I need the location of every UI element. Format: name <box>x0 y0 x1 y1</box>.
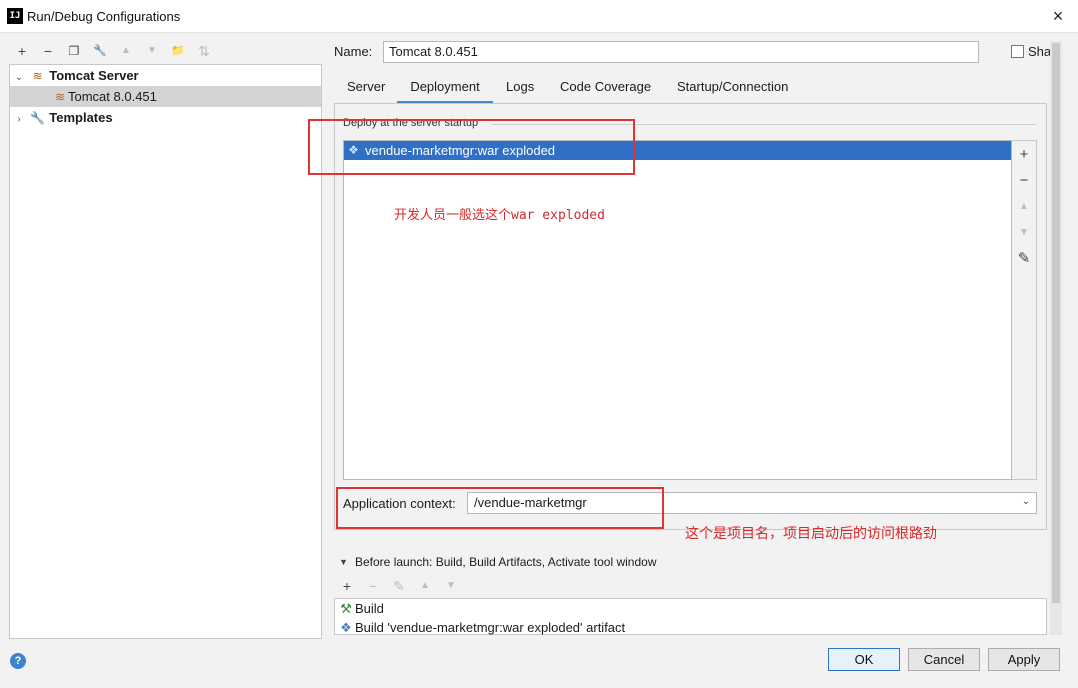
help-icon[interactable]: ? <box>10 653 26 669</box>
tree-item-label: Tomcat Server <box>49 68 139 83</box>
intellij-app-icon: IJ <box>7 8 23 24</box>
before-launch-list[interactable]: ⚒ Build ❖ Build 'vendue-marketmgr:war expl… <box>334 598 1047 635</box>
move-down-icon[interactable]: ▼ <box>1012 221 1036 245</box>
remove-config-button[interactable]: − <box>39 42 57 60</box>
collapse-caret-icon[interactable]: ▼ <box>339 557 348 567</box>
move-up-icon[interactable]: ▲ <box>1012 195 1036 219</box>
name-label: Name: <box>334 44 373 59</box>
move-down-icon[interactable]: ▼ <box>143 42 161 60</box>
annotation-note-artifact: 开发人员一般选这个war exploded <box>394 208 605 223</box>
tomcat-icon: ≋ <box>54 90 66 104</box>
hammer-icon: ⚒ <box>340 601 352 616</box>
edit-pencil-icon[interactable]: ✎ <box>1012 247 1036 271</box>
add-task-button[interactable]: + <box>338 577 356 595</box>
artifact-icon: ❖ <box>340 620 352 635</box>
tab-logs[interactable]: Logs <box>502 78 538 104</box>
scrollbar-thumb[interactable] <box>1052 43 1060 603</box>
before-launch-label[interactable]: Before launch: Build, Build Artifacts, A… <box>355 555 657 569</box>
remove-task-button[interactable]: − <box>364 577 382 595</box>
copy-config-button[interactable]: ❐ <box>65 42 83 60</box>
move-down-icon[interactable]: ▼ <box>442 577 460 595</box>
edit-pencil-icon[interactable]: ✎ <box>390 577 408 595</box>
tree-item-tomcat-server[interactable]: ⌄ ≋ Tomcat Server <box>12 65 139 86</box>
share-checkbox[interactable] <box>1011 45 1024 58</box>
annotation-box-context <box>336 487 664 529</box>
tomcat-icon: ≋ <box>32 69 43 83</box>
artifact-side-toolbar: + − ▲ ▼ ✎ <box>1012 140 1037 480</box>
chevron-down-icon[interactable]: ⌄ <box>12 67 26 88</box>
tab-deployment[interactable]: Deployment <box>397 78 493 104</box>
tab-server[interactable]: Server <box>343 78 389 104</box>
name-input[interactable]: Tomcat 8.0.451 <box>383 41 979 63</box>
edit-defaults-wrench-icon[interactable]: 🔧 <box>91 42 109 60</box>
remove-artifact-button[interactable]: − <box>1012 169 1036 193</box>
sort-icon[interactable]: ⇅ <box>195 42 213 60</box>
close-icon[interactable]: × <box>1046 4 1070 28</box>
annotation-box-artifact <box>308 119 635 175</box>
tree-item-tomcat-8[interactable]: ≋ Tomcat 8.0.451 <box>10 86 321 107</box>
list-item[interactable]: ⚒ Build <box>337 599 384 618</box>
add-artifact-button[interactable]: + <box>1012 143 1036 167</box>
tree-item-label: Tomcat 8.0.451 <box>68 89 157 104</box>
tree-item-label: Templates <box>49 110 113 125</box>
chevron-down-icon[interactable]: ⌄ <box>1019 495 1033 509</box>
config-tree[interactable]: ⌄ ≋ Tomcat Server ≋ Tomcat 8.0.451 › 🔧 Te… <box>9 64 322 639</box>
move-up-icon[interactable]: ▲ <box>117 42 135 60</box>
artifact-list[interactable] <box>343 140 1012 480</box>
tree-item-templates[interactable]: › 🔧 Templates <box>12 107 113 130</box>
annotation-note-context: 这个是项目名，项目启动后的访问根路劲 <box>685 525 937 541</box>
apply-button[interactable]: Apply <box>988 648 1060 671</box>
add-config-button[interactable]: + <box>13 42 31 60</box>
move-up-icon[interactable]: ▲ <box>416 577 434 595</box>
tab-startup-connection[interactable]: Startup/Connection <box>673 78 792 104</box>
task-label: Build 'vendue-marketmgr:war exploded' ar… <box>355 620 626 635</box>
window-title: Run/Debug Configurations <box>27 9 181 24</box>
wrench-icon: 🔧 <box>30 111 46 125</box>
tab-code-coverage[interactable]: Code Coverage <box>556 78 655 104</box>
folder-icon[interactable]: 📁 <box>169 42 187 60</box>
list-item[interactable]: ❖ Build 'vendue-marketmgr:war exploded' a… <box>337 618 625 637</box>
ok-button[interactable]: OK <box>828 648 900 671</box>
cancel-button[interactable]: Cancel <box>908 648 980 671</box>
chevron-right-icon[interactable]: › <box>12 109 26 130</box>
task-label: Build <box>355 601 384 616</box>
